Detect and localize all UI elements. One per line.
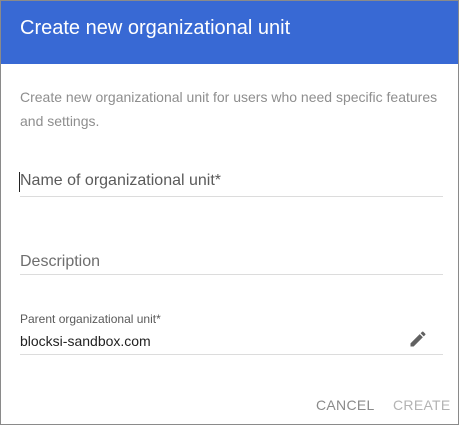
dialog-title: Create new organizational unit	[20, 17, 291, 39]
name-field-underline	[20, 196, 443, 197]
dialog-header: Create new organizational unit	[1, 1, 458, 64]
description-field-underline	[20, 274, 443, 275]
parent-ou-value: blocksi-sandbox.com	[20, 333, 151, 349]
description-field[interactable]: Description	[20, 253, 100, 271]
create-button[interactable]: CREATE	[393, 397, 451, 413]
pencil-icon[interactable]	[408, 329, 428, 349]
cancel-button[interactable]: CANCEL	[316, 397, 375, 413]
create-ou-dialog: Create new organizational unit Create ne…	[0, 0, 459, 425]
parent-ou-label: Parent organizational unit*	[20, 312, 161, 326]
name-field[interactable]: Name of organizational unit*	[20, 172, 221, 190]
dialog-description: Create new organizational unit for users…	[20, 89, 438, 129]
parent-ou-underline	[20, 354, 443, 355]
